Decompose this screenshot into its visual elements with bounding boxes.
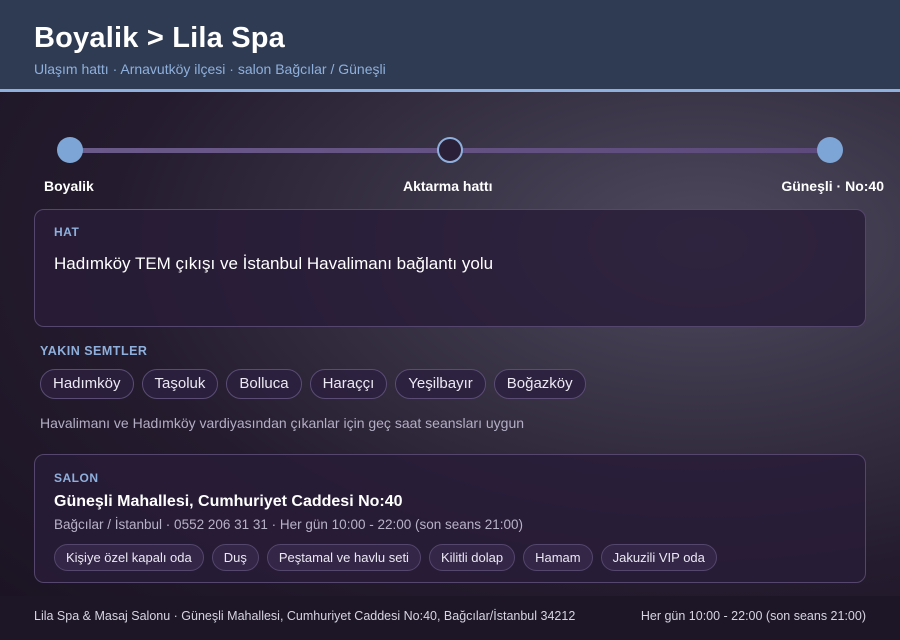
route-stop-end-marker bbox=[817, 137, 843, 163]
footer-hours: Her gün 10:00 - 22:00 (son seans 21:00) bbox=[640, 609, 866, 623]
route-stop-transfer-label: Aktarma hattı bbox=[403, 178, 493, 194]
page-title: Boyalik > Lila Spa bbox=[34, 22, 286, 54]
nearby-chip-bolluca[interactable]: Bolluca bbox=[226, 369, 302, 399]
footer-address: Lila Spa & Masaj Salonu · Güneşli Mahall… bbox=[34, 609, 576, 623]
amenity-shower: Duş bbox=[211, 544, 259, 571]
nearby-chip-haracci[interactable]: Haraççı bbox=[309, 369, 388, 399]
nearby-chip-tasoluk[interactable]: Taşoluk bbox=[141, 369, 219, 399]
route-stop-end-label: Güneşli · No:40 bbox=[781, 178, 884, 194]
route-stop-start-marker bbox=[57, 137, 83, 163]
amenity-private-room: Kişiye özel kapalı oda bbox=[54, 544, 204, 571]
amenity-hamam: Hamam bbox=[523, 544, 593, 571]
nearby-chip-yesilbayir[interactable]: Yeşilbayır bbox=[395, 369, 486, 399]
amenity-jacuzzi-vip: Jakuzili VIP oda bbox=[600, 544, 717, 571]
nearby-chip-bogazkoy[interactable]: Boğazköy bbox=[493, 369, 586, 399]
line-card-label: HAT bbox=[54, 225, 80, 239]
amenity-locker: Kilitli dolap bbox=[428, 544, 516, 571]
footer: Lila Spa & Masaj Salonu · Güneşli Mahall… bbox=[0, 596, 900, 640]
page-header: Boyalik > Lila Spa Ulaşım hattı · Arnavu… bbox=[0, 0, 900, 92]
salon-card: SALON Güneşli Mahallesi, Cumhuriyet Cadd… bbox=[34, 454, 866, 583]
nearby-label: YAKIN SEMTLER bbox=[40, 344, 148, 358]
page-subtitle: Ulaşım hattı · Arnavutköy ilçesi · salon… bbox=[34, 61, 386, 77]
salon-details: Bağcılar / İstanbul · 0552 206 31 31 · H… bbox=[54, 517, 524, 532]
amenity-towel-set: Peştamal ve havlu seti bbox=[266, 544, 421, 571]
line-card: HAT Hadımköy TEM çıkışı ve İstanbul Hava… bbox=[34, 209, 866, 327]
amenity-list: Kişiye özel kapalı oda Duş Peştamal ve h… bbox=[54, 544, 717, 571]
nearby-chip-list: Hadımköy Taşoluk Bolluca Haraççı Yeşilba… bbox=[40, 369, 586, 399]
salon-card-label: SALON bbox=[54, 471, 99, 485]
nearby-note: Havalimanı ve Hadımköy vardiyasından çık… bbox=[40, 415, 525, 431]
nearby-chip-hadimkoy[interactable]: Hadımköy bbox=[40, 369, 134, 399]
route-stop-start-label: Boyalik bbox=[44, 178, 94, 194]
salon-address: Güneşli Mahallesi, Cumhuriyet Caddesi No… bbox=[54, 493, 403, 510]
line-card-text: Hadımköy TEM çıkışı ve İstanbul Havalima… bbox=[54, 254, 494, 273]
route-stop-transfer-marker bbox=[437, 137, 463, 163]
